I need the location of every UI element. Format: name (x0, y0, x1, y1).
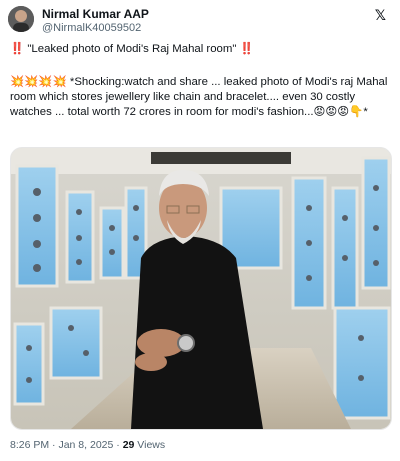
tweet-photo[interactable] (10, 147, 392, 430)
avatar[interactable] (8, 6, 34, 32)
double-exclamation-icon: ‼️ (10, 43, 25, 55)
angry-pointing-emoji-icons: 😡😡😡👇* (313, 106, 368, 118)
author-handle[interactable]: @NirmalK40059502 (42, 21, 149, 35)
tweet-header: Nirmal Kumar AAP @NirmalK40059502 𝕏 (8, 6, 392, 36)
author-name[interactable]: Nirmal Kumar AAP (42, 7, 149, 21)
double-exclamation-icon: ‼️ (239, 43, 254, 55)
headline-text: "Leaked photo of Modi's Raj Mahal room" (24, 43, 240, 55)
footer-separator: · (113, 439, 123, 451)
post-time[interactable]: 8:26 PM (10, 439, 49, 451)
author-block[interactable]: Nirmal Kumar AAP @NirmalK40059502 (42, 7, 149, 35)
tweet-footer: 8:26 PM · Jan 8, 2025 · 29 Views (10, 439, 165, 452)
x-logo-icon[interactable]: 𝕏 (375, 8, 386, 24)
post-date[interactable]: Jan 8, 2025 (58, 439, 113, 451)
views-count: 29 (122, 439, 135, 451)
views-label: Views (134, 439, 166, 451)
tweet-body: 💥💥💥💥 *Shocking:watch and share ... leake… (10, 75, 394, 120)
tweet-card: Nirmal Kumar AAP @NirmalK40059502 𝕏 ‼️ "… (0, 0, 400, 461)
collision-emoji-icons: 💥💥💥💥 (10, 76, 67, 88)
tweet-headline: ‼️ "Leaked photo of Modi's Raj Mahal roo… (10, 42, 394, 57)
